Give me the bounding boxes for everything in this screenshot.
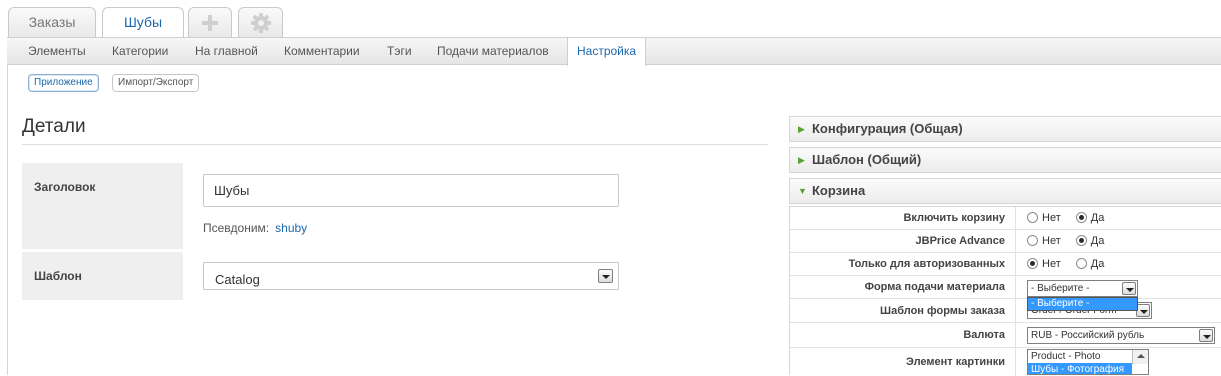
submission-form-select-value: - Выберите -	[1031, 283, 1090, 294]
radio-no[interactable]	[1027, 235, 1038, 246]
alias-label: Псевдоним:	[203, 221, 270, 235]
radio-no[interactable]	[1027, 212, 1038, 223]
title-input[interactable]	[203, 174, 619, 207]
title-label: Заголовок	[34, 180, 96, 194]
dropdown-option-selected[interactable]: - Выберите -	[1027, 297, 1138, 311]
radio-label: Да	[1090, 235, 1105, 247]
setting-row-submission-form: Форма подачи материала	[790, 276, 1221, 299]
subnav-categories[interactable]: Категории	[103, 38, 177, 65]
alias-link[interactable]: shuby	[275, 221, 307, 235]
details-heading: Детали	[22, 116, 86, 137]
template-label: Шаблон	[34, 269, 82, 283]
title-label-cell: Заголовок	[22, 163, 183, 249]
expand-arrow-icon: ▶	[798, 124, 805, 134]
setting-row-image-element: Элемент картинки	[790, 348, 1221, 376]
chevron-down-icon[interactable]	[1136, 304, 1150, 317]
setting-label: Включить корзину	[790, 207, 1016, 230]
currency-select[interactable]: RUB - Российский рубль	[1027, 327, 1215, 344]
radio-label: Да	[1090, 258, 1105, 270]
setting-row-auth-only: Только для авторизованных Нет Да	[790, 253, 1221, 276]
accordion-config-general[interactable]: ▶ Конфигурация (Общая)	[789, 116, 1221, 142]
cart-settings-panel: Включить корзину Нет Да JBPrice Advance …	[789, 206, 1221, 376]
radio-group: Нет Да	[1027, 258, 1116, 270]
submission-form-select[interactable]: - Выберите -	[1027, 280, 1138, 297]
app-tab-label: Шубы	[123, 14, 163, 30]
accordion-title: Шаблон (Общий)	[812, 152, 922, 167]
template-label-cell: Шаблон	[22, 252, 183, 300]
chevron-down-icon[interactable]	[1199, 329, 1213, 342]
setting-row-jbprice: JBPrice Advance Нет Да	[790, 230, 1221, 253]
pill-application[interactable]: Приложение	[28, 74, 99, 92]
radio-group: Нет Да	[1027, 212, 1116, 224]
radio-label: Нет	[1042, 258, 1061, 270]
radio-no[interactable]	[1027, 258, 1038, 269]
plus-icon	[201, 14, 219, 32]
radio-yes[interactable]	[1075, 235, 1087, 246]
app-tab-furs[interactable]: Шубы	[102, 7, 184, 38]
subnav-elements[interactable]: Элементы	[19, 38, 95, 65]
add-app-button[interactable]	[188, 7, 232, 37]
accordion-title: Корзина	[812, 183, 866, 198]
setting-label: Шаблон формы заказа	[790, 299, 1016, 323]
radio-group: Нет Да	[1027, 235, 1116, 247]
radio-label: Да	[1090, 212, 1105, 224]
chevron-down-icon[interactable]	[1122, 282, 1136, 295]
collapse-arrow-icon: ▼	[798, 186, 807, 196]
app-tab-orders[interactable]: Заказы	[8, 7, 96, 37]
setting-label: Элемент картинки	[790, 348, 1016, 376]
accordion-cart[interactable]: ▼ Корзина	[789, 178, 1221, 204]
list-option-selected[interactable]: Шубы - Фотография	[1028, 363, 1132, 374]
subnav-tags[interactable]: Тэги	[378, 38, 421, 65]
setting-row-order-form: Шаблон формы заказа	[790, 299, 1221, 323]
divider	[22, 144, 768, 145]
app-tab-bar: Заказы Шубы	[0, 0, 1221, 38]
radio-yes[interactable]	[1075, 258, 1087, 269]
sub-navigation: Элементы Категории На главной Комментари…	[7, 37, 1221, 66]
template-select[interactable]: Catalog	[203, 262, 619, 290]
scroll-up-arrow-icon[interactable]	[1132, 350, 1148, 364]
setting-label: Только для авторизованных	[790, 253, 1016, 276]
app-tab-label: Заказы	[28, 14, 76, 30]
image-element-listbox[interactable]: Product - Photo Шубы - Фотография	[1027, 349, 1149, 375]
template-select-value: Catalog	[215, 272, 260, 287]
subnav-comments[interactable]: Комментарии	[275, 38, 369, 65]
currency-select-value: RUB - Российский рубль	[1031, 330, 1145, 341]
chevron-down-icon[interactable]	[598, 269, 613, 283]
gear-icon	[250, 13, 271, 34]
pill-import-export[interactable]: Импорт/Экспорт	[112, 74, 200, 92]
setting-label: Форма подачи материала	[790, 276, 1016, 299]
radio-label: Нет	[1042, 212, 1061, 224]
radio-label: Нет	[1042, 235, 1061, 247]
subnav-submissions[interactable]: Подачи материалов	[428, 38, 558, 65]
expand-arrow-icon: ▶	[798, 155, 805, 165]
list-option[interactable]: Product - Photo	[1028, 350, 1148, 363]
alias-row: Псевдоним: shuby	[203, 221, 307, 235]
app-settings-button[interactable]	[238, 7, 283, 37]
setting-label: Валюта	[790, 323, 1016, 348]
setting-label: JBPrice Advance	[790, 230, 1016, 253]
accordion-template-general[interactable]: ▶ Шаблон (Общий)	[789, 147, 1221, 173]
content-left-border	[7, 65, 8, 375]
subnav-frontpage[interactable]: На главной	[186, 38, 267, 65]
radio-yes[interactable]	[1075, 212, 1087, 223]
setting-row-enable-cart: Включить корзину Нет Да	[790, 207, 1221, 230]
subnav-settings[interactable]: Настройка	[567, 37, 647, 66]
accordion-title: Конфигурация (Общая)	[812, 121, 963, 136]
